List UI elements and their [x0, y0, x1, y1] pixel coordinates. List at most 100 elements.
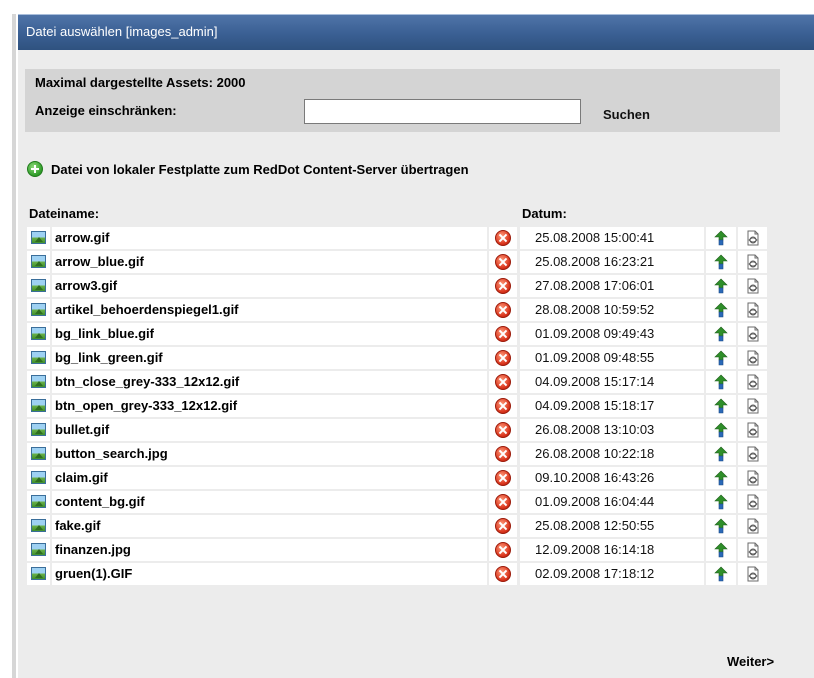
- file-date: 25.08.2008 15:00:41: [520, 227, 704, 249]
- file-name[interactable]: bg_link_green.gif: [52, 347, 487, 369]
- file-date: 01.09.2008 09:49:43: [520, 323, 704, 345]
- transfer-icon[interactable]: [713, 254, 729, 270]
- preview-cell: [738, 371, 767, 393]
- transfer-icon[interactable]: [713, 374, 729, 390]
- preview-icon[interactable]: [745, 518, 761, 534]
- preview-icon[interactable]: [745, 230, 761, 246]
- file-name[interactable]: btn_open_grey-333_12x12.gif: [52, 395, 487, 417]
- table-row[interactable]: content_bg.gif 01.09.2008 16:04:44: [27, 491, 787, 513]
- transfer-icon[interactable]: [713, 326, 729, 342]
- file-name[interactable]: content_bg.gif: [52, 491, 487, 513]
- transfer-icon[interactable]: [713, 494, 729, 510]
- file-name[interactable]: arrow.gif: [52, 227, 487, 249]
- table-row[interactable]: bullet.gif 26.08.2008 13:10:03: [27, 419, 787, 441]
- upload-link[interactable]: Datei von lokaler Festplatte zum RedDot …: [27, 159, 469, 179]
- delete-cell: [489, 419, 517, 441]
- preview-icon[interactable]: [745, 302, 761, 318]
- image-file-icon: [31, 279, 46, 292]
- table-row[interactable]: arrow_blue.gif 25.08.2008 16:23:21: [27, 251, 787, 273]
- image-file-icon: [31, 375, 46, 388]
- transfer-icon[interactable]: [713, 542, 729, 558]
- file-name[interactable]: btn_close_grey-333_12x12.gif: [52, 371, 487, 393]
- table-row[interactable]: finanzen.jpg 12.09.2008 16:14:18: [27, 539, 787, 561]
- delete-icon[interactable]: [495, 278, 511, 294]
- delete-icon[interactable]: [495, 542, 511, 558]
- delete-icon[interactable]: [495, 566, 511, 582]
- preview-icon[interactable]: [745, 254, 761, 270]
- file-name[interactable]: button_search.jpg: [52, 443, 487, 465]
- delete-icon[interactable]: [495, 398, 511, 414]
- preview-icon[interactable]: [745, 494, 761, 510]
- preview-icon[interactable]: [745, 326, 761, 342]
- file-name[interactable]: arrow_blue.gif: [52, 251, 487, 273]
- delete-icon[interactable]: [495, 494, 511, 510]
- file-name[interactable]: gruen(1).GIF: [52, 563, 487, 585]
- preview-cell: [738, 539, 767, 561]
- delete-icon[interactable]: [495, 302, 511, 318]
- transfer-icon[interactable]: [713, 470, 729, 486]
- table-row[interactable]: bg_link_blue.gif 01.09.2008 09:49:43: [27, 323, 787, 345]
- file-name[interactable]: bg_link_blue.gif: [52, 323, 487, 345]
- file-date: 01.09.2008 16:04:44: [520, 491, 704, 513]
- delete-icon[interactable]: [495, 422, 511, 438]
- preview-icon[interactable]: [745, 446, 761, 462]
- table-row[interactable]: arrow.gif 25.08.2008 15:00:41: [27, 227, 787, 249]
- transfer-cell: [706, 347, 736, 369]
- file-date: 01.09.2008 09:48:55: [520, 347, 704, 369]
- table-row[interactable]: bg_link_green.gif 01.09.2008 09:48:55: [27, 347, 787, 369]
- column-header-date: Datum:: [522, 206, 567, 221]
- transfer-icon[interactable]: [713, 398, 729, 414]
- transfer-icon[interactable]: [713, 350, 729, 366]
- transfer-icon[interactable]: [713, 230, 729, 246]
- next-page-link[interactable]: Weiter>: [727, 654, 774, 669]
- delete-cell: [489, 275, 517, 297]
- transfer-icon[interactable]: [713, 278, 729, 294]
- file-name[interactable]: artikel_behoerdenspiegel1.gif: [52, 299, 487, 321]
- delete-icon[interactable]: [495, 374, 511, 390]
- file-name[interactable]: fake.gif: [52, 515, 487, 537]
- table-row[interactable]: arrow3.gif 27.08.2008 17:06:01: [27, 275, 787, 297]
- table-row[interactable]: btn_close_grey-333_12x12.gif 04.09.2008 1…: [27, 371, 787, 393]
- file-name[interactable]: claim.gif: [52, 467, 487, 489]
- transfer-icon[interactable]: [713, 302, 729, 318]
- file-date: 09.10.2008 16:43:26: [520, 467, 704, 489]
- search-input[interactable]: [304, 99, 581, 124]
- transfer-icon[interactable]: [713, 566, 729, 582]
- search-button[interactable]: Suchen: [603, 107, 650, 122]
- delete-icon[interactable]: [495, 518, 511, 534]
- preview-icon[interactable]: [745, 566, 761, 582]
- delete-cell: [489, 299, 517, 321]
- table-row[interactable]: button_search.jpg 26.08.2008 10:22:18: [27, 443, 787, 465]
- transfer-icon[interactable]: [713, 518, 729, 534]
- delete-icon[interactable]: [495, 350, 511, 366]
- file-name[interactable]: finanzen.jpg: [52, 539, 487, 561]
- preview-icon[interactable]: [745, 278, 761, 294]
- delete-icon[interactable]: [495, 326, 511, 342]
- table-row[interactable]: artikel_behoerdenspiegel1.gif 28.08.2008 …: [27, 299, 787, 321]
- file-name[interactable]: bullet.gif: [52, 419, 487, 441]
- transfer-icon[interactable]: [713, 446, 729, 462]
- preview-cell: [738, 443, 767, 465]
- delete-cell: [489, 323, 517, 345]
- table-row[interactable]: gruen(1).GIF 02.09.2008 17:18:12: [27, 563, 787, 585]
- preview-icon[interactable]: [745, 542, 761, 558]
- file-date: 27.08.2008 17:06:01: [520, 275, 704, 297]
- delete-icon[interactable]: [495, 446, 511, 462]
- upload-label: Datei von lokaler Festplatte zum RedDot …: [51, 161, 469, 177]
- preview-icon[interactable]: [745, 422, 761, 438]
- preview-icon[interactable]: [745, 470, 761, 486]
- delete-icon[interactable]: [495, 230, 511, 246]
- preview-icon[interactable]: [745, 398, 761, 414]
- image-file-icon: [31, 423, 46, 436]
- delete-icon[interactable]: [495, 470, 511, 486]
- delete-cell: [489, 251, 517, 273]
- table-row[interactable]: fake.gif 25.08.2008 12:50:55: [27, 515, 787, 537]
- table-row[interactable]: claim.gif 09.10.2008 16:43:26: [27, 467, 787, 489]
- delete-icon[interactable]: [495, 254, 511, 270]
- table-row[interactable]: btn_open_grey-333_12x12.gif 04.09.2008 15…: [27, 395, 787, 417]
- preview-icon[interactable]: [745, 374, 761, 390]
- file-name[interactable]: arrow3.gif: [52, 275, 487, 297]
- transfer-cell: [706, 227, 736, 249]
- transfer-icon[interactable]: [713, 422, 729, 438]
- preview-icon[interactable]: [745, 350, 761, 366]
